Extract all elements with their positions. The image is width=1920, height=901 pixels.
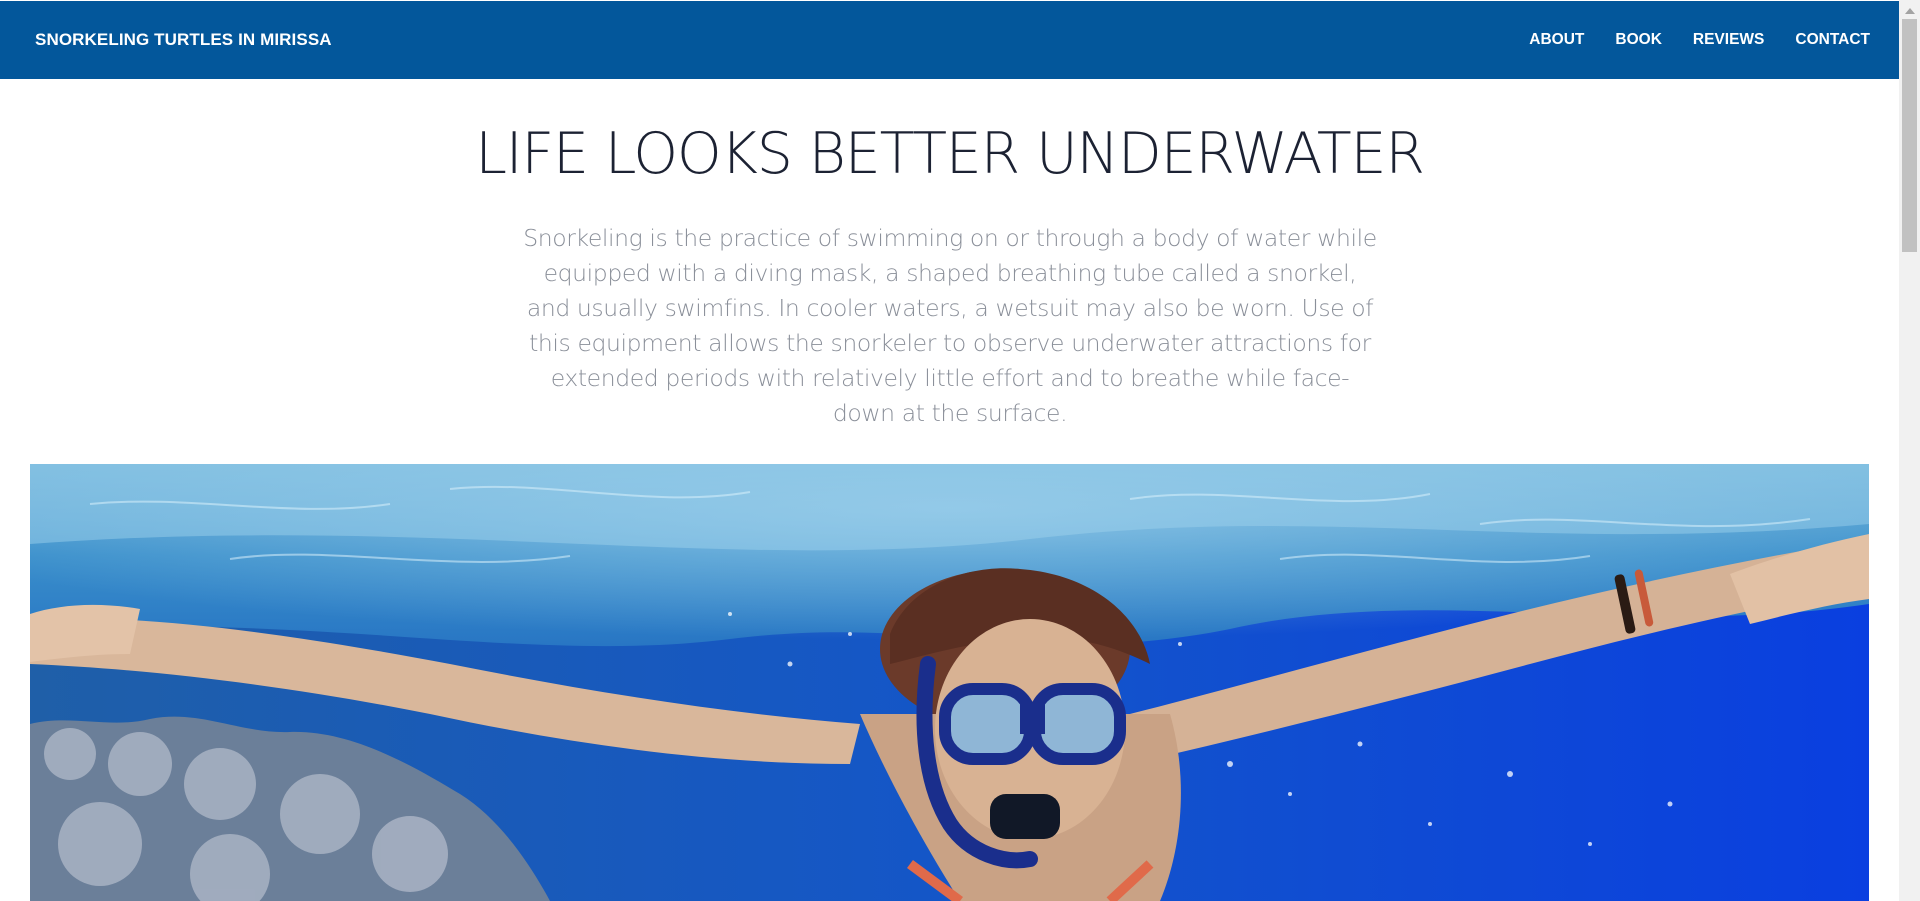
vertical-scrollbar[interactable] — [1899, 0, 1920, 901]
hero-intro-text: Snorkeling is the practice of swimming o… — [523, 224, 1377, 427]
nav-link-reviews[interactable]: REVIEWS — [1693, 31, 1764, 49]
snorkeler-hero-image — [30, 464, 1869, 901]
site-brand-link[interactable]: SNORKELING TURTLES IN MIRISSA — [35, 30, 332, 50]
hero-heading: LIFE LOOKS BETTER UNDERWATER — [475, 121, 1425, 187]
page: SNORKELING TURTLES IN MIRISSA ABOUT BOOK… — [0, 0, 1920, 901]
nav-link-book[interactable]: BOOK — [1615, 31, 1662, 49]
nav-link-contact[interactable]: CONTACT — [1795, 31, 1870, 49]
top-navbar: SNORKELING TURTLES IN MIRISSA ABOUT BOOK… — [0, 1, 1899, 79]
scrollbar-thumb[interactable] — [1902, 19, 1917, 252]
scroll-up-arrow-icon[interactable] — [1899, 2, 1920, 19]
nav-link-about[interactable]: ABOUT — [1529, 31, 1584, 49]
nav-links: ABOUT BOOK REVIEWS CONTACT — [1529, 31, 1870, 49]
